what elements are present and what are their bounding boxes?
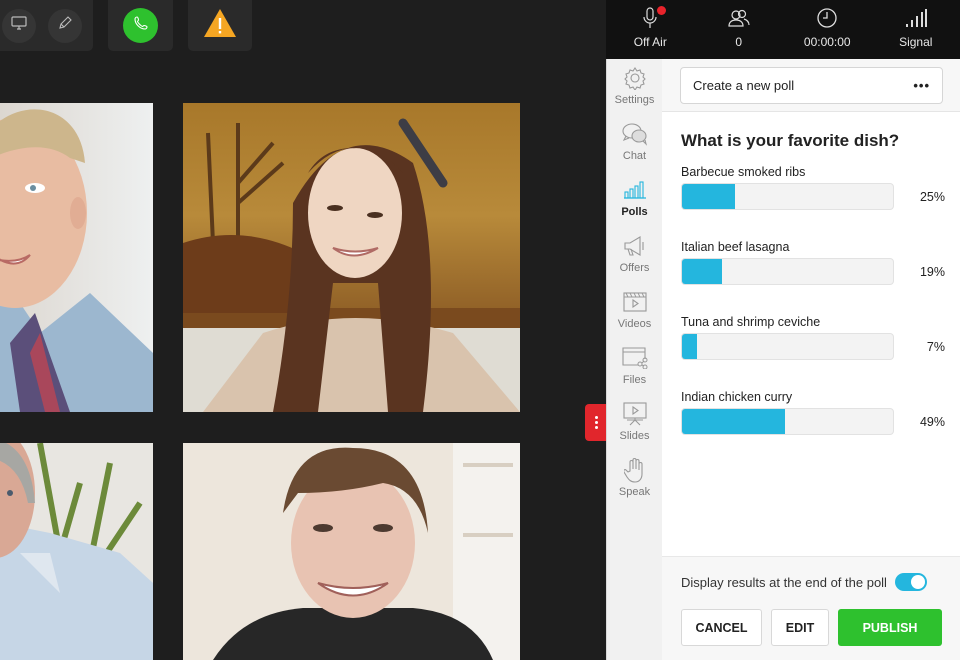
publish-button[interactable]: PUBLISH [838, 609, 942, 646]
action-buttons: CANCEL EDIT PUBLISH [681, 609, 942, 646]
sidenav-label: Chat [622, 150, 647, 162]
dot [594, 421, 598, 424]
sidenav-label: Slides [619, 430, 650, 442]
option-percent: 25% [919, 190, 945, 204]
dot [594, 426, 598, 429]
panel-header: Create a new poll ••• [662, 59, 960, 112]
status-timer: 00:00:00 [783, 0, 872, 59]
sidenav-item-offers[interactable]: Offers [607, 227, 662, 283]
poll-option: Indian chicken curry 49% [681, 390, 960, 465]
edit-button[interactable]: EDIT [771, 609, 829, 646]
status-label: 0 [735, 35, 743, 49]
toggle-knob [911, 575, 925, 589]
result-bar-fill [682, 259, 723, 284]
result-bar [681, 408, 894, 435]
option-percent: 19% [919, 265, 945, 279]
screen-share-icon [10, 16, 27, 35]
option-label: Indian chicken curry [681, 390, 793, 404]
clock-icon [816, 6, 838, 30]
status-label: Signal [899, 35, 933, 49]
collapse-panel-handle[interactable] [585, 404, 607, 441]
screen-share-button[interactable] [1, 8, 36, 43]
gear-icon [623, 65, 647, 91]
video-tile-participant-1[interactable] [0, 103, 153, 412]
sidenav-item-files[interactable]: Files [607, 339, 662, 395]
share-file-icon [621, 345, 648, 371]
poll-selector-label: Create a new poll [693, 78, 795, 93]
dot [594, 416, 598, 419]
recording-dot [657, 6, 667, 15]
megaphone-icon [622, 233, 648, 259]
display-results-label: Display results at the end of the poll [681, 575, 887, 590]
poll-question: What is your favorite dish? [681, 131, 900, 150]
sidenav-label: Settings [614, 94, 655, 106]
video-icon [622, 289, 647, 315]
participants-icon [728, 6, 750, 30]
panel-footer: Display results at the end of the poll C… [662, 556, 960, 660]
poll-option: Italian beef lasagna 19% [681, 240, 960, 315]
result-bar [681, 258, 894, 285]
sidenav-label: Files [622, 374, 647, 386]
pencil-icon [57, 15, 73, 36]
result-bar [681, 333, 894, 360]
status-bar: Off Air 0 00:00:00 Signal [606, 0, 960, 59]
microphone-icon [642, 6, 667, 30]
display-results-toggle[interactable] [895, 573, 927, 591]
status-signal: Signal [872, 0, 960, 59]
result-bar-fill [682, 409, 786, 434]
result-bar-fill [682, 334, 697, 359]
poll-option: Tuna and shrimp ceviche 7% [681, 315, 960, 390]
more-options-icon[interactable]: ••• [913, 78, 930, 93]
sidenav-item-videos[interactable]: Videos [607, 283, 662, 339]
poll-panel: Create a new poll ••• What is your favor… [662, 59, 960, 660]
side-nav: Settings Chat Polls Offers Videos Files … [606, 59, 662, 660]
poll-selector[interactable]: Create a new poll ••• [680, 67, 943, 104]
sidenav-item-chat[interactable]: Chat [607, 115, 662, 171]
bar-chart-icon [623, 177, 647, 203]
warning-icon[interactable] [202, 7, 238, 44]
alert-group [188, 0, 252, 51]
option-label: Italian beef lasagna [681, 240, 790, 254]
video-stage [0, 0, 607, 660]
app-root: Off Air 0 00:00:00 Signal Settings Chat … [0, 0, 960, 660]
status-label: 00:00:00 [803, 35, 851, 49]
video-tile-participant-3[interactable] [0, 443, 153, 660]
option-percent: 7% [926, 340, 945, 354]
sidenav-item-slides[interactable]: Slides [607, 395, 662, 451]
video-tile-participant-2[interactable] [183, 103, 520, 412]
sidenav-item-speak[interactable]: Speak [607, 451, 662, 507]
call-button[interactable] [123, 8, 158, 43]
signal-icon [905, 6, 927, 30]
option-label: Barbecue smoked ribs [681, 165, 806, 179]
presentation-icon [622, 401, 647, 427]
sidenav-label: Polls [621, 206, 648, 218]
tool-group [0, 0, 93, 51]
sidenav-label: Offers [619, 262, 650, 274]
option-label: Tuna and shrimp ceviche [681, 315, 821, 329]
sidenav-label: Videos [617, 318, 652, 330]
poll-option: Barbecue smoked ribs 25% [681, 165, 960, 240]
phone-icon [133, 15, 149, 36]
status-participants[interactable]: 0 [695, 0, 784, 59]
option-percent: 49% [919, 415, 945, 429]
result-bar-fill [682, 184, 735, 209]
cancel-button[interactable]: CANCEL [681, 609, 762, 646]
sidenav-label: Speak [618, 486, 651, 498]
video-tile-participant-4[interactable] [183, 443, 520, 660]
hand-icon [623, 457, 646, 483]
sidenav-item-polls[interactable]: Polls [607, 171, 662, 227]
status-label: Off Air [633, 35, 667, 49]
status-off-air[interactable]: Off Air [606, 0, 695, 59]
chat-icon [621, 121, 648, 147]
sidenav-item-settings[interactable]: Settings [607, 59, 662, 115]
result-bar [681, 183, 894, 210]
draw-button[interactable] [47, 8, 82, 43]
poll-options: Barbecue smoked ribs 25% Italian beef la… [681, 165, 960, 465]
call-group [108, 0, 173, 51]
